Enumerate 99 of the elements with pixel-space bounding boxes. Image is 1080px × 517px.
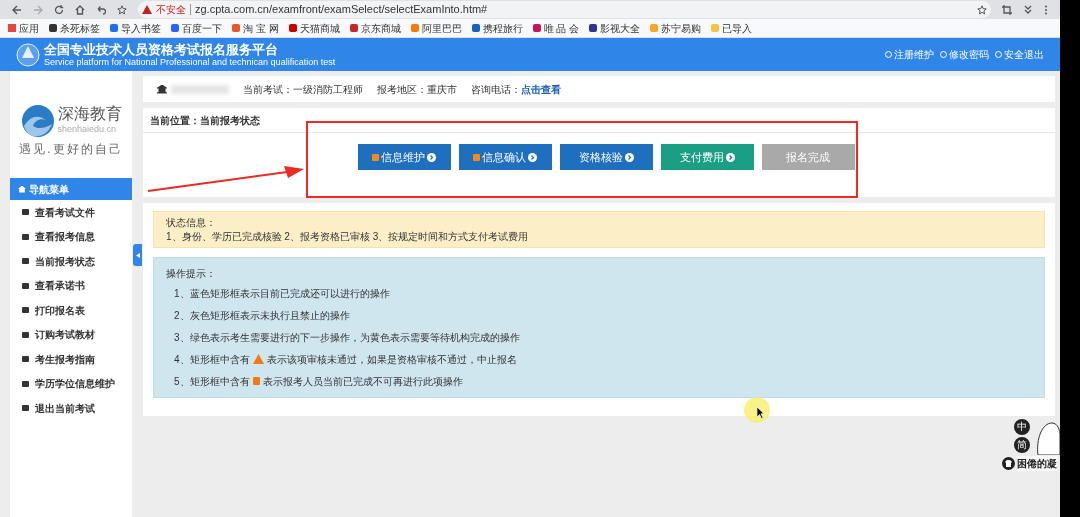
info-value: 重庆市	[427, 82, 457, 97]
bookmark[interactable]: 阿里巴巴	[410, 20, 462, 36]
tip-text: 5、矩形框中含有	[174, 374, 250, 389]
url-text: zg.cpta.com.cn/examfront/examSelect/selectExamInto.htm#	[195, 2, 488, 18]
lock-icon	[473, 153, 480, 161]
bookmark-icon	[288, 24, 297, 32]
cursor-icon	[757, 407, 765, 419]
divider	[190, 4, 191, 15]
menu-header[interactable]: 导航菜单	[10, 178, 132, 200]
menu-item[interactable]: 当前报考状态	[10, 249, 132, 274]
shirt-icon[interactable]	[1002, 457, 1015, 470]
address-bar[interactable]: 不安全 zg.cpta.com.cn/examfront/examSelect/selectExamInto.htm#	[138, 1, 991, 18]
tips-title: 操作提示：	[166, 267, 217, 281]
collapse-tab[interactable]	[133, 244, 142, 266]
crop-icon[interactable]	[1002, 4, 1012, 15]
slogan: 遇见.更好的自己	[19, 141, 123, 158]
home-icon[interactable]	[75, 4, 85, 15]
bookmark[interactable]: 已导入	[711, 20, 753, 36]
site-title: 全国专业技术人员资格考试报名服务平台	[44, 41, 279, 57]
chevron-icon	[528, 152, 537, 162]
tip-text: 2、灰色矩形框表示未执行且禁止的操作	[174, 308, 350, 323]
bookmark-icon	[232, 24, 240, 32]
bookmark-icon	[532, 24, 541, 32]
step-button[interactable]: 信息维护	[357, 144, 451, 170]
bookmark[interactable]: 淘 宝 网	[232, 20, 279, 36]
bookmark-icon	[171, 24, 179, 32]
tip-text: 表示该项审核未通过，如果是资格审核不通过，中止报名	[266, 352, 517, 367]
menu-item[interactable]: 打印报名表	[10, 298, 132, 323]
menu-item[interactable]: 查看承诺书	[10, 273, 132, 298]
bookmark-icon	[471, 24, 480, 32]
menu-item[interactable]: 查看考试文件	[10, 200, 132, 225]
bookmark[interactable]: 京东商城	[349, 20, 401, 36]
chevron-icon	[624, 152, 634, 162]
caret-icon	[135, 252, 140, 258]
bookmark-icon	[650, 24, 659, 32]
bookmark[interactable]: 导入书签	[110, 20, 161, 36]
bank-icon	[157, 84, 167, 94]
header-link[interactable]: 注册维护	[885, 47, 934, 62]
tip-text: 表示报考人员当前已完成不可再进行此项操作	[262, 374, 463, 389]
bookmark-icon	[349, 24, 358, 32]
tip-text: 3、绿色表示考生需要进行的下一步操作，为黄色表示需要等待机构完成的操作	[174, 330, 520, 345]
lock-icon	[252, 377, 260, 385]
status-text: 1、身份、学历已完成核验 2、报考资格已审核 3、按规定时间和方式支付考试费用	[166, 229, 530, 244]
menu-item[interactable]: 查看报考信息	[10, 224, 132, 249]
tip-text: 4、矩形框中含有	[174, 352, 250, 367]
menu-item[interactable]: 订购考试教材	[10, 322, 132, 347]
bookmark-icon	[589, 24, 598, 32]
security-label: 不安全	[156, 3, 186, 17]
step-button[interactable]: 资格核验	[559, 144, 653, 170]
language-button[interactable]: 中	[1014, 419, 1030, 435]
undo-icon[interactable]	[96, 4, 106, 15]
bookmark[interactable]: 应用	[8, 20, 39, 36]
bookmark[interactable]: 苏宁易购	[650, 20, 702, 36]
chevron-icon	[427, 152, 436, 162]
reload-icon[interactable]	[54, 4, 64, 15]
sticker-figure	[1036, 421, 1060, 455]
bookmark-star-icon[interactable]	[977, 4, 987, 15]
info-label: 当前考试：	[243, 82, 293, 97]
menu-item[interactable]: 退出当前考试	[10, 396, 132, 421]
menu-icon[interactable]	[1044, 4, 1048, 15]
bookmark[interactable]: 杀死标签	[49, 20, 100, 36]
bookmark-icon	[410, 24, 419, 32]
lock-icon	[372, 153, 379, 161]
redacted-name	[171, 84, 229, 94]
bookmark[interactable]: 天猫商城	[288, 20, 340, 36]
bookmark[interactable]: 百度一下	[171, 20, 222, 36]
wave-logo-icon	[20, 104, 55, 138]
logo-domain: shenhaiedu.cn	[57, 123, 118, 137]
chevrons-icon[interactable]	[1023, 4, 1033, 15]
menu-item[interactable]: 考生报考指南	[10, 347, 132, 372]
tip-text: 1、蓝色矩形框表示目前已完成还可以进行的操作	[174, 286, 390, 301]
bookmark-icon	[8, 24, 16, 32]
home-icon	[18, 185, 26, 193]
logo-icon	[16, 42, 40, 67]
language-button[interactable]: 简	[1014, 437, 1030, 453]
bookmark-icon	[49, 24, 57, 32]
info-label: 报考地区：	[377, 82, 427, 97]
step-button[interactable]: 信息确认	[458, 144, 552, 170]
site-subtitle: Service platform for National Professional and technican qualification test	[44, 56, 336, 68]
breadcrumb: 当前位置：当前报考状态	[143, 108, 1055, 133]
header-link[interactable]: 修改密码	[940, 47, 989, 62]
bookmark-icon	[711, 24, 720, 32]
warning-icon	[142, 5, 152, 14]
bookmark-icon	[110, 24, 118, 32]
bookmark[interactable]: 携程旅行	[471, 20, 523, 36]
logo-name: 深海教育	[57, 105, 122, 124]
sticker-caption: 困倦的凝	[1017, 456, 1057, 471]
bookmark[interactable]: 影视大全	[589, 20, 641, 36]
bookmark[interactable]: 唯 品 会	[532, 20, 580, 36]
info-value: 一级消防工程师	[293, 82, 363, 97]
back-icon[interactable]	[12, 4, 22, 15]
chevron-icon	[725, 152, 735, 162]
warning-icon	[252, 354, 264, 364]
info-label: 咨询电话：	[471, 82, 521, 97]
header-link[interactable]: 安全退出	[995, 47, 1044, 62]
menu-item[interactable]: 学历学位信息维护	[10, 371, 132, 396]
info-link[interactable]: 点击查看	[521, 81, 561, 97]
star-icon[interactable]	[117, 4, 127, 15]
status-title: 状态信息：	[166, 215, 217, 230]
